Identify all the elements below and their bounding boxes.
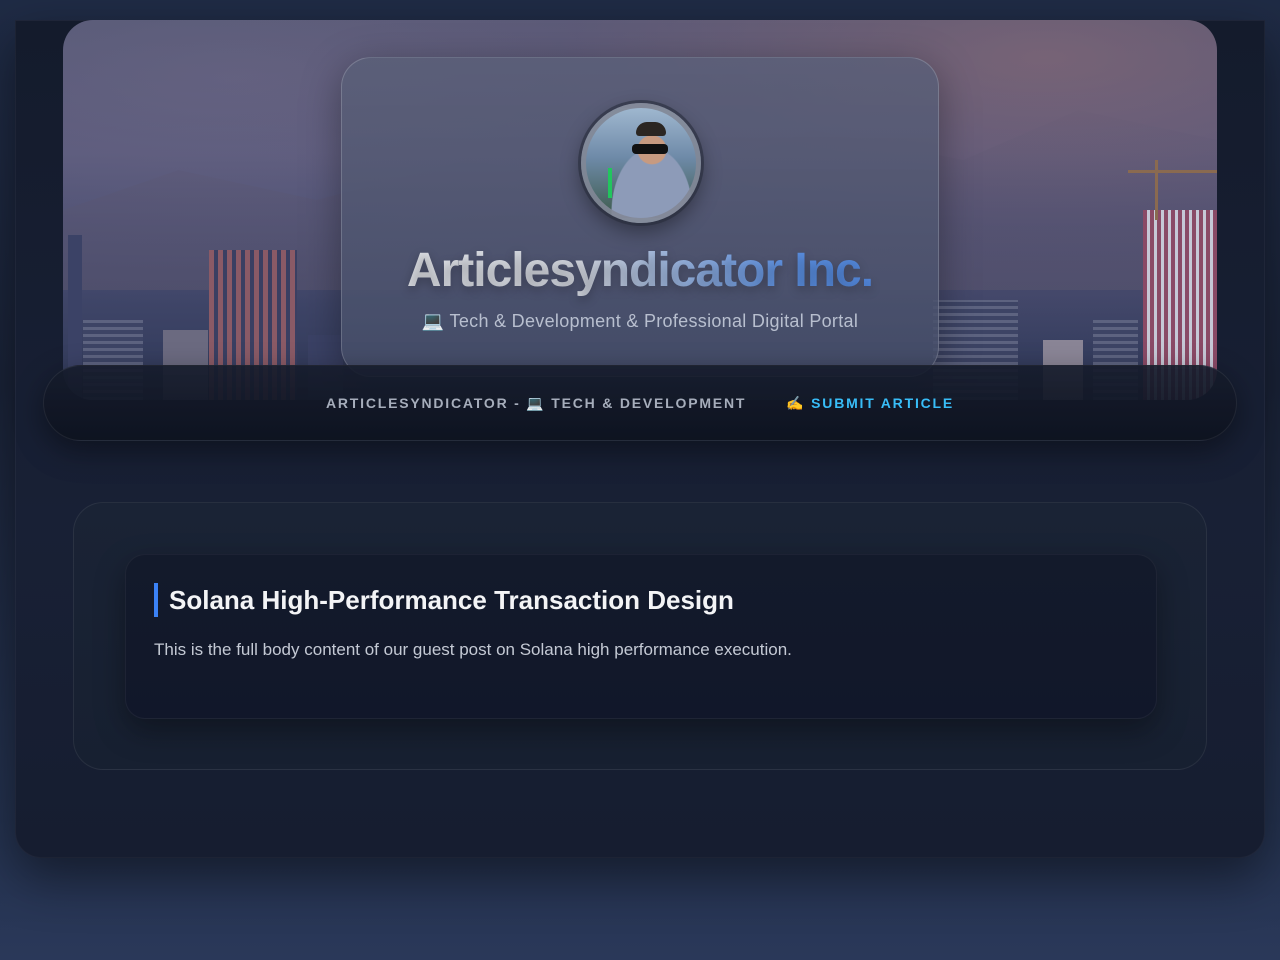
avatar-hair: [636, 122, 666, 136]
nav-link-home[interactable]: ARTICLESYNDICATOR - 💻 TECH & DEVELOPMENT: [326, 395, 746, 412]
site-title: Articlesyndicator Inc.: [342, 243, 938, 298]
site-subtitle: 💻 Tech & Development & Professional Digi…: [421, 311, 859, 331]
avatar: [581, 103, 701, 223]
avatar-detail: [608, 168, 612, 198]
article-body: This is the full body content of our gue…: [154, 640, 792, 659]
profile-card: Articlesyndicator Inc. 💻 Tech & Developm…: [341, 57, 939, 377]
article-title: Solana High-Performance Transaction Desi…: [154, 583, 734, 617]
content-section: Solana High-Performance Transaction Desi…: [73, 502, 1207, 770]
crane: [1155, 160, 1158, 220]
article-card: Solana High-Performance Transaction Desi…: [125, 554, 1157, 719]
nav-link-submit-article[interactable]: ✍️ SUBMIT ARTICLE: [786, 395, 954, 412]
main-navigation: ARTICLESYNDICATOR - 💻 TECH & DEVELOPMENT…: [43, 365, 1237, 441]
sunglasses-icon: [632, 144, 668, 154]
crane: [1128, 170, 1217, 173]
